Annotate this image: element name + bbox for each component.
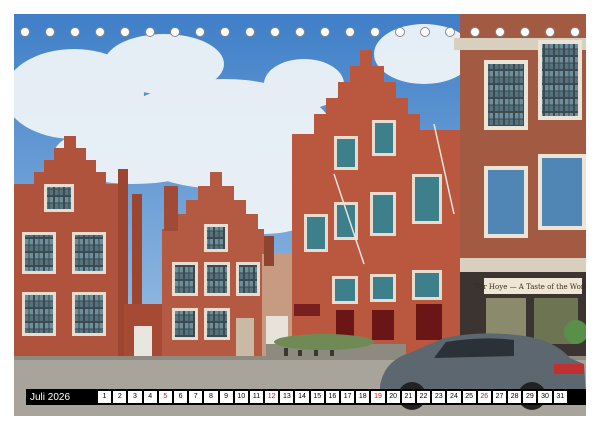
day-cell: 14 <box>295 391 309 403</box>
shop-sign: 'Ter Hoye — A Taste of the World' <box>473 283 586 291</box>
calendar-strip: Juli 2026 1 2 3 4 5 6 7 8 9 10 11 12 13 14 15 16 17 18 19 2… <box>26 389 586 405</box>
binding-hole <box>20 27 30 37</box>
binding-hole <box>70 27 80 37</box>
day-cells: 1 2 3 4 5 6 7 8 9 10 11 12 13 14 15 16 17 18 19 20 21 22 23 24 2… <box>98 391 567 403</box>
day-cell: 3 <box>128 391 142 403</box>
binding-hole <box>445 27 455 37</box>
month-label: Juli 2026 <box>30 391 71 403</box>
day-cell: 22 <box>416 391 431 403</box>
day-cell: 28 <box>508 391 522 403</box>
day-cell-sunday: 19 <box>371 391 385 403</box>
day-cell: 11 <box>249 391 264 403</box>
binding-hole <box>470 27 480 37</box>
day-cell: 16 <box>325 391 339 403</box>
day-cell: 30 <box>538 391 552 403</box>
day-cell-sunday: 5 <box>158 391 172 403</box>
binding-hole <box>395 27 405 37</box>
day-cell: 7 <box>189 391 203 403</box>
day-cell-sunday: 12 <box>265 391 279 403</box>
day-cell: 18 <box>356 391 370 403</box>
day-cell: 6 <box>173 391 188 403</box>
day-cell: 31 <box>553 391 567 403</box>
binding-hole <box>295 27 305 37</box>
binding-hole <box>270 27 280 37</box>
day-cell: 17 <box>341 391 355 403</box>
day-cell: 21 <box>401 391 415 403</box>
binding-hole <box>245 27 255 37</box>
calendar-page: 'Ter Hoye — A Taste of the World' Juli 2… <box>0 0 600 431</box>
day-cell: 23 <box>432 391 446 403</box>
day-cell: 9 <box>219 391 233 403</box>
day-cell: 1 <box>98 391 112 403</box>
binding-hole <box>545 27 555 37</box>
street-photo: 'Ter Hoye — A Taste of the World' <box>14 14 586 416</box>
binding-hole <box>145 27 155 37</box>
day-cell: 20 <box>386 391 400 403</box>
day-cell: 15 <box>310 391 324 403</box>
binding-hole <box>420 27 430 37</box>
binding-hole <box>370 27 380 37</box>
day-cell: 29 <box>523 391 537 403</box>
day-cell: 4 <box>143 391 157 403</box>
binding-hole <box>520 27 530 37</box>
spiral-binding-holes <box>20 25 580 39</box>
day-cell: 24 <box>447 391 461 403</box>
binding-hole <box>120 27 130 37</box>
binding-hole <box>320 27 330 37</box>
street-scene: 'Ter Hoye — A Taste of the World' <box>14 14 586 416</box>
day-cell: 2 <box>113 391 127 403</box>
day-cell: 27 <box>492 391 507 403</box>
binding-hole <box>570 27 580 37</box>
day-cell: 10 <box>234 391 248 403</box>
day-cell: 25 <box>462 391 476 403</box>
binding-hole <box>170 27 180 37</box>
day-cell-sunday: 26 <box>477 391 491 403</box>
binding-hole <box>495 27 505 37</box>
binding-hole <box>195 27 205 37</box>
binding-hole <box>220 27 230 37</box>
day-cell: 13 <box>280 391 294 403</box>
binding-hole <box>95 27 105 37</box>
binding-hole <box>45 27 55 37</box>
day-cell: 8 <box>204 391 218 403</box>
binding-hole <box>345 27 355 37</box>
